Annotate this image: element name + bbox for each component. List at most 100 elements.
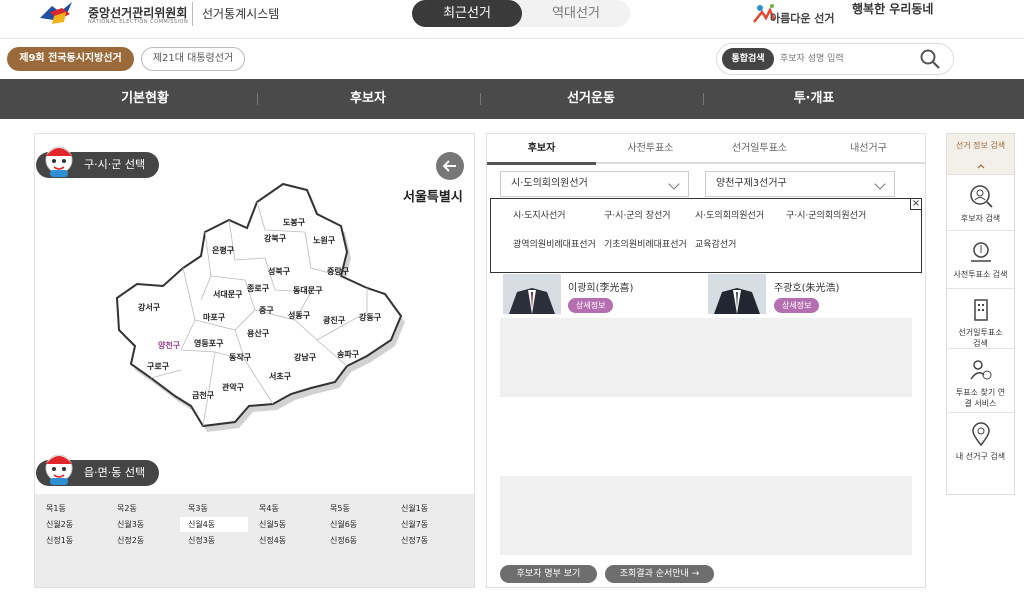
map-label[interactable]: 동작구 <box>229 352 251 363</box>
ballot-icon <box>970 242 991 262</box>
mascot-icon <box>45 146 73 177</box>
map-label[interactable]: 동대문구 <box>293 285 322 296</box>
dong-item[interactable]: 신월6동 <box>322 517 390 532</box>
dong-item[interactable]: 목4동 <box>251 501 319 516</box>
map-label[interactable]: 성북구 <box>268 266 290 277</box>
dong-item[interactable]: 목1동 <box>38 501 106 516</box>
dong-item[interactable]: 목3동 <box>180 501 248 516</box>
location-person-icon <box>969 360 991 380</box>
map-label[interactable]: 중구 <box>259 305 274 316</box>
map-label[interactable]: 마포구 <box>203 312 225 323</box>
chevron-down-icon <box>668 178 680 190</box>
dong-item[interactable]: 신정6동 <box>322 533 390 548</box>
tab-past-elections[interactable]: 역대선거 <box>522 0 630 27</box>
map-label[interactable]: 송파구 <box>337 349 359 360</box>
result-order-button[interactable]: 조회결과 순서안내 → <box>605 565 714 583</box>
chevron-down-icon <box>874 178 886 190</box>
election-tab-other[interactable]: 제21대 대통령선거 <box>141 47 245 71</box>
dropdown-option[interactable]: 시·도지사선거 <box>513 211 599 222</box>
map-label-selected[interactable]: 양천구 <box>158 340 180 351</box>
sidebar-item-candidate-search[interactable]: 후보자 검색 <box>947 174 1014 230</box>
dropdown-option[interactable]: 구·시·군의 장선거 <box>604 211 690 222</box>
building-icon <box>973 299 988 321</box>
sidebar-item-label: 사전투표소 검색 <box>953 270 1008 279</box>
map-label[interactable]: 구로구 <box>147 361 169 372</box>
map-label[interactable]: 종로구 <box>247 283 269 294</box>
header-divider <box>0 38 1024 39</box>
map-label[interactable]: 도봉구 <box>283 217 305 228</box>
election-type-select[interactable]: 시·도의회의원선거 <box>500 171 689 197</box>
map-label[interactable]: 성동구 <box>288 310 310 321</box>
nav-basic-status[interactable]: 기본현황 <box>34 79 256 119</box>
dong-item[interactable]: 신월7동 <box>393 517 461 532</box>
dong-item-selected[interactable]: 신월4동 <box>180 517 248 532</box>
dropdown-option[interactable]: 시·도의회의원선거 <box>695 211 781 222</box>
dong-item[interactable]: 신정3동 <box>180 533 248 548</box>
dropdown-option[interactable]: 기초의원비례대표선거 <box>604 240 690 251</box>
sidebar-item-label: 후보자 검색 <box>960 214 1001 223</box>
tab-my-district[interactable]: 내선거구 <box>814 135 923 163</box>
candidate-placeholder <box>500 318 912 397</box>
map-label[interactable]: 강동구 <box>359 312 381 323</box>
detail-button[interactable]: 상세정보 <box>568 298 614 313</box>
nav-voting-counting[interactable]: 투·개표 <box>703 79 925 119</box>
tab-election-day-polling[interactable]: 선거일투표소 <box>705 135 814 163</box>
map-label[interactable]: 중랑구 <box>327 266 349 277</box>
dropdown-option[interactable]: 광역의원비례대표선거 <box>513 240 599 251</box>
sidebar-item-find-polling-service[interactable]: 투표소 찾기 연결 서비스 <box>947 348 1014 412</box>
dong-item[interactable]: 신월2동 <box>38 517 106 532</box>
map-label[interactable]: 은평구 <box>212 245 234 256</box>
city-name: 서울특별시 <box>403 190 463 205</box>
election-tab-current[interactable]: 제9회 전국동시지방선거 <box>7 47 134 71</box>
election-type-value: 시·도의회의원선거 <box>511 178 588 189</box>
sidebar-title[interactable]: 선거 정보 검색 <box>947 134 1014 174</box>
nav-campaign[interactable]: 선거운동 <box>480 79 702 119</box>
map-label[interactable]: 용산구 <box>247 328 269 339</box>
dong-item[interactable]: 신정4동 <box>251 533 319 548</box>
sidebar-item-early-polling-search[interactable]: 사전투표소 검색 <box>947 230 1014 288</box>
district-select[interactable]: 양천구제3선거구 <box>705 171 895 197</box>
map-label[interactable]: 강서구 <box>138 302 160 313</box>
map-label[interactable]: 서초구 <box>269 371 291 382</box>
tab-candidates[interactable]: 후보자 <box>487 135 596 163</box>
dong-item[interactable]: 목2동 <box>109 501 177 516</box>
dropdown-option[interactable]: 구·시·군의회의원선거 <box>786 211 872 222</box>
sidebar-item-label: 투표소 찾기 연결 서비스 <box>955 388 1006 408</box>
sidebar-item-polling-station-search[interactable]: 선거일투표소 검색 <box>947 288 1014 348</box>
tab-recent-elections[interactable]: 최근선거 <box>412 0 522 27</box>
map-label[interactable]: 영등포구 <box>194 338 223 349</box>
back-button[interactable] <box>436 152 464 180</box>
dropdown-option[interactable]: 교육감선거 <box>695 240 781 251</box>
tab-active-indicator <box>487 162 596 165</box>
dong-item[interactable]: 신정2동 <box>109 533 177 548</box>
nav-candidates[interactable]: 후보자 <box>257 79 479 119</box>
slogan-sub: 아름다운 선거 <box>770 12 835 25</box>
map-label[interactable]: 금천구 <box>192 390 214 401</box>
candidate-placeholder <box>500 476 912 555</box>
dong-item[interactable]: 신월3동 <box>109 517 177 532</box>
close-icon[interactable]: × <box>910 198 922 210</box>
search-type-button[interactable]: 통합검색 <box>722 48 774 70</box>
dong-item[interactable]: 신정7동 <box>393 533 461 548</box>
candidate-list-button[interactable]: 후보자 명부 보기 <box>500 565 597 583</box>
dong-item[interactable]: 신월1동 <box>393 501 461 516</box>
map-label[interactable]: 노원구 <box>313 235 335 246</box>
candidate-portrait-icon <box>503 274 561 314</box>
map-label[interactable]: 서대문구 <box>213 289 242 300</box>
chevron-up-icon <box>977 164 984 169</box>
sidebar-item-my-district-search[interactable]: 내 선거구 검색 <box>947 412 1014 470</box>
nec-logo-icon[interactable] <box>36 0 82 26</box>
detail-button[interactable]: 상세정보 <box>774 298 820 313</box>
search-icon[interactable] <box>919 48 941 70</box>
map-label[interactable]: 관악구 <box>222 382 244 393</box>
dong-item[interactable]: 목5동 <box>322 501 390 516</box>
map-label[interactable]: 강북구 <box>264 233 286 244</box>
map-label[interactable]: 광진구 <box>323 315 345 326</box>
dong-item[interactable]: 신월5동 <box>251 517 319 532</box>
map-pin-icon <box>971 422 990 447</box>
map-label[interactable]: 강남구 <box>294 352 316 363</box>
dong-item[interactable]: 신정1동 <box>38 533 106 548</box>
tab-early-polling[interactable]: 사전투표소 <box>596 135 705 163</box>
candidate-name: 이광희(李光喜) <box>568 283 634 294</box>
search-input[interactable] <box>780 48 915 70</box>
